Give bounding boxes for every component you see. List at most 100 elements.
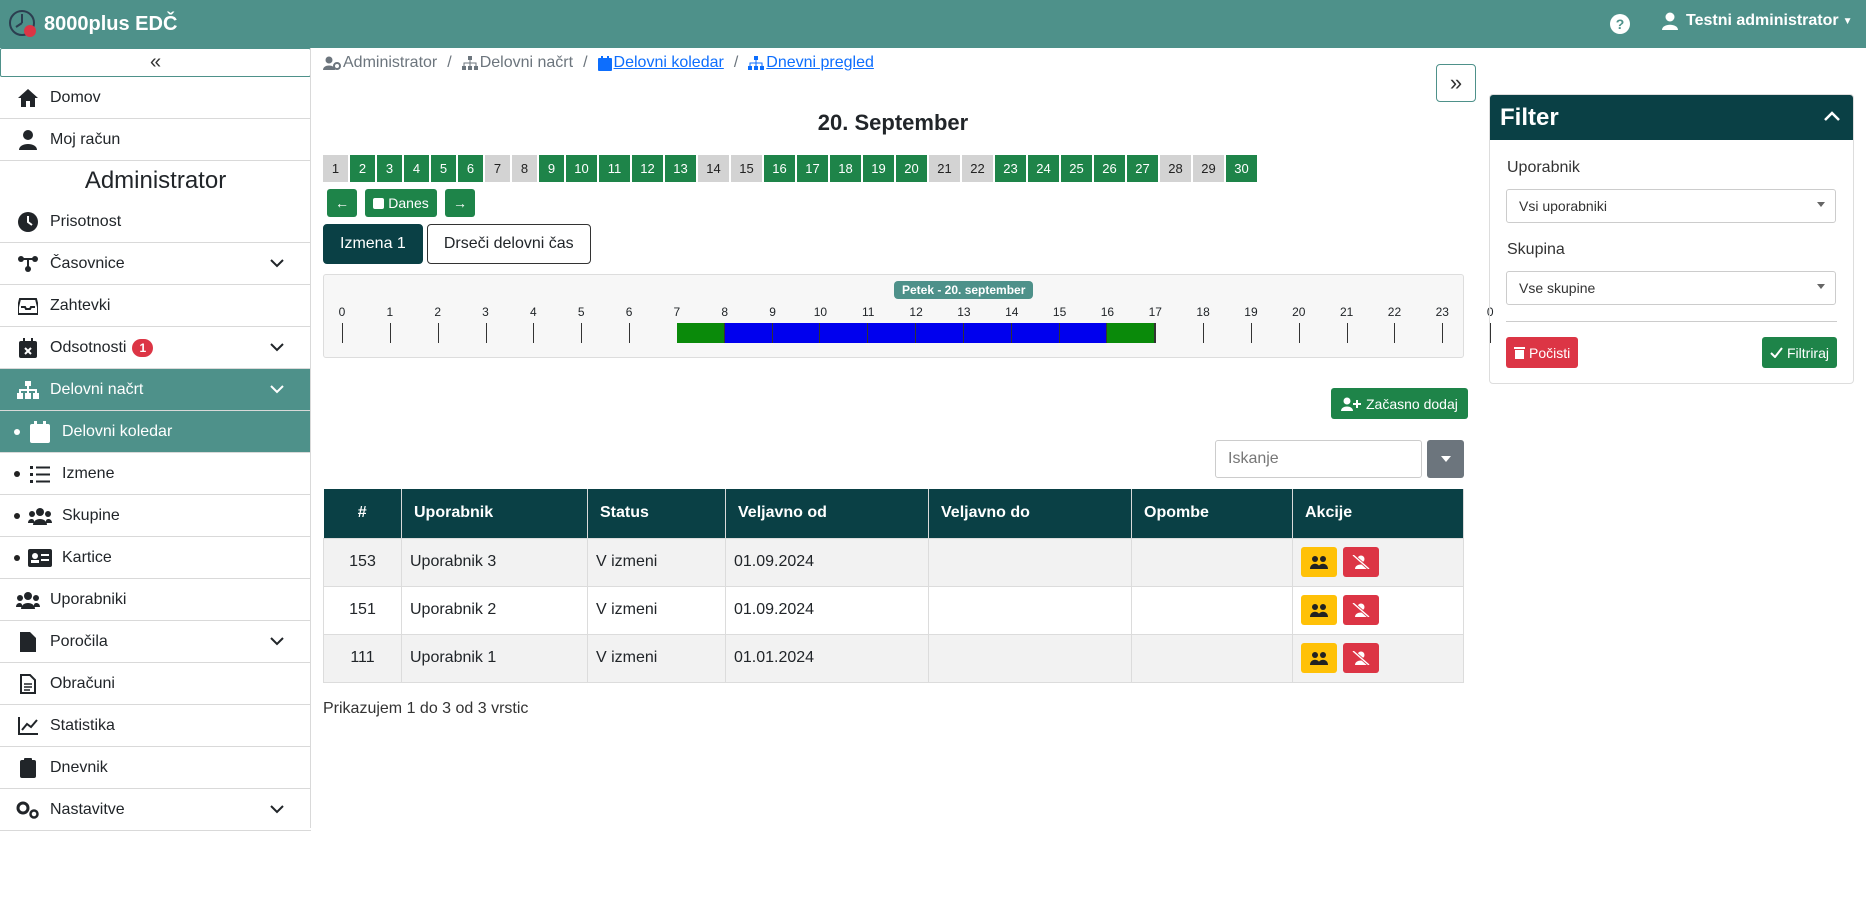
day-2[interactable]: 2	[350, 155, 375, 182]
apply-filter-button[interactable]: Filtriraj	[1762, 337, 1837, 368]
day-15[interactable]: 15	[731, 155, 762, 182]
day-17[interactable]: 17	[797, 155, 828, 182]
day-1[interactable]: 1	[323, 155, 348, 182]
day-27[interactable]: 27	[1127, 155, 1158, 182]
day-3[interactable]: 3	[377, 155, 402, 182]
timeline-shift-segment[interactable]	[868, 323, 917, 343]
timeline-shift-segment[interactable]	[963, 323, 1012, 343]
day-19[interactable]: 19	[863, 155, 894, 182]
day-30[interactable]: 30	[1226, 155, 1257, 182]
user-name: Testni administrator	[1686, 12, 1839, 29]
day-16[interactable]: 16	[764, 155, 795, 182]
sidebar-item-domov[interactable]: Domov	[0, 77, 311, 119]
day-10[interactable]: 10	[566, 155, 597, 182]
day-4[interactable]: 4	[404, 155, 429, 182]
chevron-down-icon[interactable]	[269, 633, 285, 654]
sidebar-item-dnevnik[interactable]: Dnevnik	[0, 747, 311, 789]
day-23[interactable]: 23	[995, 155, 1026, 182]
day-6[interactable]: 6	[458, 155, 483, 182]
cell-user: Uporabnik 3	[401, 537, 588, 587]
filter-group-select[interactable]: Vse skupine	[1506, 271, 1836, 305]
today-button[interactable]: Danes	[365, 189, 437, 217]
tab-drseci-delovni-cas[interactable]: Drseči delovni čas	[426, 224, 591, 264]
chevron-down-icon[interactable]	[269, 339, 285, 360]
timeline-hour-label: 7	[673, 305, 681, 319]
timeline-shift-segment[interactable]	[1059, 323, 1108, 343]
column-header-valid-to[interactable]: Veljavno do	[928, 489, 1132, 538]
timeline-shift-segment[interactable]	[916, 323, 964, 343]
sidebar-collapse-button[interactable]: «	[0, 48, 311, 77]
column-header-valid-from[interactable]: Veljavno od	[725, 489, 929, 538]
timeline-shift-segment[interactable]	[1011, 323, 1060, 343]
sidebar-item-odsotnosti[interactable]: Odsotnosti 1	[0, 327, 311, 369]
chevron-up-icon[interactable]	[1821, 105, 1843, 127]
user-menu[interactable]: Testni administrator ▼	[1662, 12, 1853, 30]
timeline-shift-segment[interactable]	[820, 323, 869, 343]
timeline-shift-segment[interactable]	[676, 323, 725, 343]
next-day-button[interactable]: →	[445, 189, 475, 217]
sidebar-item-nastavitve[interactable]: Nastavitve	[0, 789, 311, 831]
day-26[interactable]: 26	[1094, 155, 1125, 182]
clear-filter-button[interactable]: Počisti	[1506, 337, 1579, 368]
prev-day-button[interactable]: ←	[327, 189, 357, 217]
sidebar-item-obracuni[interactable]: Obračuni	[0, 663, 311, 705]
day-12[interactable]: 12	[632, 155, 663, 182]
day-5[interactable]: 5	[431, 155, 456, 182]
sidebar-item-delovni-nacrt[interactable]: Delovni načrt	[0, 369, 311, 411]
column-header-status[interactable]: Status	[587, 489, 726, 538]
users-action-button[interactable]	[1301, 547, 1337, 577]
day-24[interactable]: 24	[1028, 155, 1059, 182]
filter-user-select[interactable]: Vsi uporabniki	[1506, 189, 1836, 223]
remove-user-button[interactable]	[1343, 595, 1379, 625]
search-input[interactable]	[1215, 440, 1422, 478]
day-18[interactable]: 18	[830, 155, 861, 182]
remove-user-button[interactable]	[1343, 643, 1379, 673]
chevron-down-icon[interactable]	[269, 255, 285, 276]
expand-panel-button[interactable]: »	[1436, 64, 1476, 102]
column-header-notes[interactable]: Opombe	[1131, 489, 1293, 538]
users-action-button[interactable]	[1301, 643, 1337, 673]
users-action-button[interactable]	[1301, 595, 1337, 625]
timeline-shift-segment[interactable]	[772, 323, 821, 343]
remove-user-button[interactable]	[1343, 547, 1379, 577]
sidebar-item-delovni-koledar[interactable]: Delovni koledar	[0, 411, 311, 453]
column-header-id[interactable]: #	[323, 489, 402, 538]
breadcrumb-link-dnevni-pregled[interactable]: Dnevni pregled	[748, 54, 874, 72]
timeline-shift-segment[interactable]	[724, 323, 773, 343]
chevron-down-icon[interactable]	[269, 801, 285, 822]
day-8[interactable]: 8	[512, 155, 537, 182]
temporary-add-button[interactable]: Začasno dodaj	[1331, 388, 1468, 419]
tab-izmena-1[interactable]: Izmena 1	[323, 224, 423, 264]
day-25[interactable]: 25	[1061, 155, 1092, 182]
filter-header[interactable]: Filter	[1490, 95, 1853, 140]
sidebar-item-porocila[interactable]: Poročila	[0, 621, 311, 663]
search-dropdown-button[interactable]	[1427, 440, 1464, 478]
sidebar-item-statistika[interactable]: Statistika	[0, 705, 311, 747]
day-20[interactable]: 20	[896, 155, 927, 182]
day-21[interactable]: 21	[929, 155, 960, 182]
day-13[interactable]: 13	[665, 155, 696, 182]
sidebar-item-moj-racun[interactable]: Moj račun	[0, 119, 311, 161]
sidebar-item-casovnice[interactable]: Časovnice	[0, 243, 311, 285]
day-11[interactable]: 11	[599, 155, 630, 182]
app-title[interactable]: 8000plus EDČ	[44, 13, 177, 36]
day-22[interactable]: 22	[962, 155, 993, 182]
users-icon	[1310, 651, 1328, 665]
sidebar-item-kartice[interactable]: Kartice	[0, 537, 311, 579]
day-28[interactable]: 28	[1160, 155, 1191, 182]
app-logo-icon[interactable]	[8, 9, 38, 39]
day-9[interactable]: 9	[539, 155, 564, 182]
sidebar-item-skupine[interactable]: Skupine	[0, 495, 311, 537]
chevron-down-icon[interactable]	[269, 381, 285, 402]
breadcrumb-link-delovni-koledar[interactable]: Delovni koledar	[597, 54, 724, 72]
day-7[interactable]: 7	[485, 155, 510, 182]
sidebar-item-prisotnost[interactable]: Prisotnost	[0, 201, 311, 243]
day-29[interactable]: 29	[1193, 155, 1224, 182]
sidebar-item-izmene[interactable]: Izmene	[0, 453, 311, 495]
timeline-shift-segment[interactable]	[1107, 323, 1156, 343]
day-14[interactable]: 14	[698, 155, 729, 182]
sidebar-item-zahtevki[interactable]: Zahtevki	[0, 285, 311, 327]
column-header-user[interactable]: Uporabnik	[401, 489, 588, 538]
sidebar-item-uporabniki[interactable]: Uporabniki	[0, 579, 311, 621]
help-icon[interactable]: ?	[1610, 14, 1630, 34]
